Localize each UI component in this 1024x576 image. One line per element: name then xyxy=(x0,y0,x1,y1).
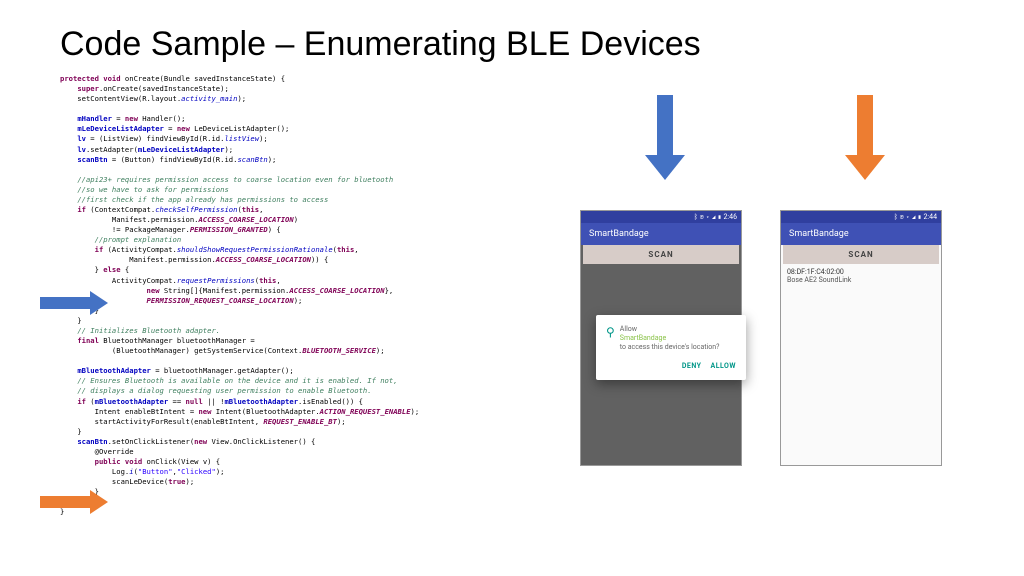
arrow-right-blue-icon xyxy=(40,291,110,315)
allow-button[interactable]: ALLOW xyxy=(710,362,736,370)
scan-button[interactable]: SCAN xyxy=(583,245,739,264)
permission-dialog: ⚲ Allow SmartBandage to access this devi… xyxy=(596,315,746,380)
deny-button[interactable]: DENY xyxy=(682,362,702,370)
device-list-item[interactable]: 08:DF:1F:C4:02:00 Bose AE2 SoundLink xyxy=(781,264,941,288)
phone-mock-permission: ᛒ ◉ ▾ ◢ ▮ 2:46 SmartBandage SCAN ⚲ Allow… xyxy=(580,210,742,466)
scan-button[interactable]: SCAN xyxy=(783,245,939,264)
app-bar: SmartBandage xyxy=(581,223,741,245)
phone-mock-scan-result: ᛒ ◉ ▾ ◢ ▮ 2:44 SmartBandage SCAN 08:DF:1… xyxy=(780,210,942,466)
arrow-down-orange-icon xyxy=(845,95,885,185)
arrow-right-orange-icon xyxy=(40,490,110,514)
status-bar: ᛒ ◉ ▾ ◢ ▮ 2:46 xyxy=(581,211,741,223)
arrow-down-blue-icon xyxy=(645,95,685,185)
location-pin-icon: ⚲ xyxy=(606,325,615,339)
slide-title: Code Sample – Enumerating BLE Devices xyxy=(60,25,964,64)
status-bar: ᛒ ◉ ▾ ◢ ▮ 2:44 xyxy=(781,211,941,223)
app-bar: SmartBandage xyxy=(781,223,941,245)
